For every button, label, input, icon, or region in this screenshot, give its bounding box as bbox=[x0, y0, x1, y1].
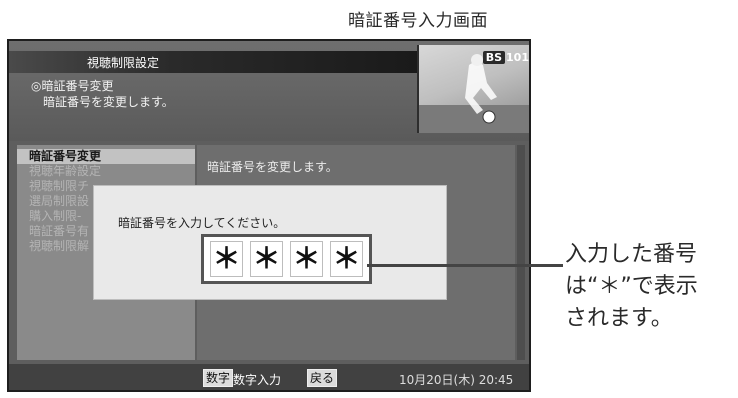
digit-key-button[interactable]: 数字 bbox=[203, 369, 234, 387]
callout-line-1: 入力した番号 bbox=[565, 242, 698, 267]
digit-input-label: 数字入力 bbox=[233, 373, 282, 387]
tv-screen: 視聴制限設定 ◎暗証番号変更 暗証番号を変更します。 BS 101 暗証番号変更 … bbox=[7, 39, 531, 392]
screen-header: 視聴制限設定 ◎暗証番号変更 暗証番号を変更します。 BS 101 bbox=[9, 41, 529, 141]
caption-title: 暗証番号入力画面 bbox=[348, 11, 488, 31]
callout-line-3: されます。 bbox=[565, 306, 673, 331]
pin-digit-1: ＊ bbox=[210, 241, 243, 277]
pin-digit-3: ＊ bbox=[290, 241, 323, 277]
header-line-2: 暗証番号を変更します。 bbox=[43, 95, 174, 109]
channel-badge: BS 101 bbox=[482, 51, 529, 64]
back-button[interactable]: 戻る bbox=[307, 369, 338, 387]
screen-title: 視聴制限設定 bbox=[87, 56, 160, 70]
title-bar: 視聴制限設定 bbox=[9, 51, 417, 73]
footer-bar: 数字 数字入力 戻る 10月20日(木) 20:45 bbox=[9, 364, 529, 390]
menu-item-age-setting[interactable]: 視聴年齢設定 bbox=[17, 164, 195, 179]
dialog-message: 暗証番号を入力してください。 bbox=[118, 216, 286, 230]
bs-label: BS bbox=[482, 51, 506, 64]
scrollbar[interactable] bbox=[517, 145, 525, 360]
menu-description: 暗証番号を変更します。 bbox=[207, 160, 338, 174]
callout-line-2: は“＊”で表示 bbox=[565, 274, 698, 299]
datetime: 10月20日(木) 20:45 bbox=[399, 373, 514, 387]
channel-number: 101 bbox=[506, 51, 529, 64]
channel-preview: BS 101 bbox=[417, 45, 529, 133]
menu-item-pin-change[interactable]: 暗証番号変更 bbox=[17, 149, 195, 164]
header-info: ◎暗証番号変更 暗証番号を変更します。 bbox=[31, 78, 174, 110]
callout-text: 入力した番号 は“＊”で表示 されます。 bbox=[565, 239, 698, 335]
pin-digit-2: ＊ bbox=[250, 241, 283, 277]
pin-digit-4: ＊ bbox=[330, 241, 363, 277]
pin-dialog: 暗証番号を入力してください。 ＊ ＊ ＊ ＊ bbox=[93, 185, 447, 300]
callout-leader-line bbox=[367, 264, 563, 267]
pin-input[interactable]: ＊ ＊ ＊ ＊ bbox=[201, 234, 372, 284]
header-line-1: ◎暗証番号変更 bbox=[31, 79, 114, 93]
